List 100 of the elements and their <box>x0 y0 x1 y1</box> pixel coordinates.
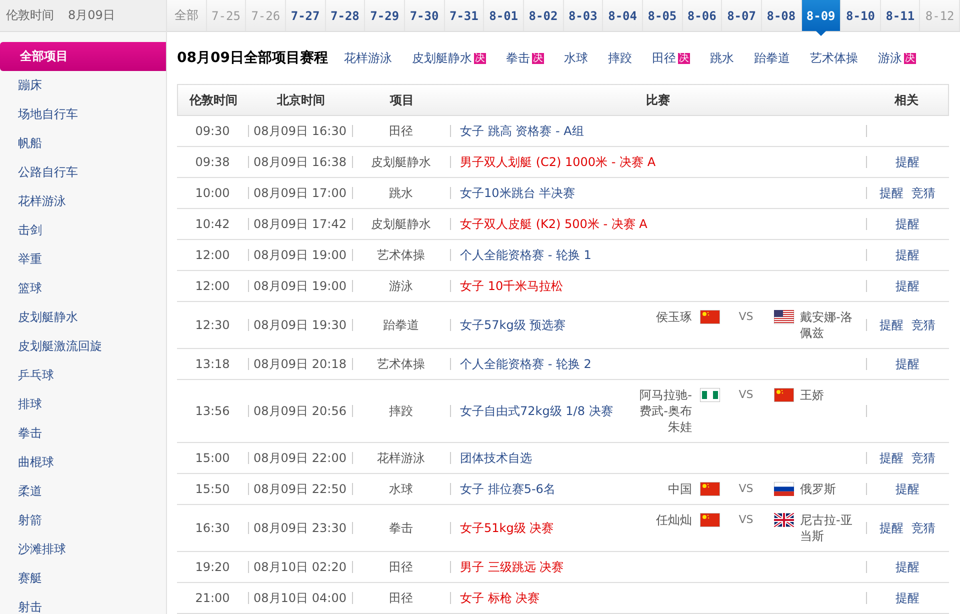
versus-label: VS <box>738 512 754 528</box>
sidebar-item[interactable]: 皮划艇静水 <box>0 303 166 332</box>
sidebar-item[interactable]: 全部项目 <box>0 42 166 71</box>
action-link[interactable]: 提醒 <box>880 520 904 536</box>
flag-icon <box>700 310 720 324</box>
sidebar-item[interactable]: 皮划艇激流回旋 <box>0 332 166 361</box>
date-tab[interactable]: 8-05 <box>642 0 683 31</box>
sidebar-item[interactable]: 赛艇 <box>0 564 166 593</box>
sidebar-item[interactable]: 拳击 <box>0 419 166 448</box>
player-name: 尼古拉-亚当斯 <box>800 512 854 544</box>
match-link[interactable]: 女子 跳高 资格赛 - A组 <box>460 123 856 139</box>
match-link[interactable]: 女子 排位赛5-6名 <box>460 481 626 497</box>
sport-link[interactable]: 田径 <box>652 50 676 66</box>
column-header: 北京时间 <box>276 92 326 108</box>
sidebar-item[interactable]: 柔道 <box>0 477 166 506</box>
action-link[interactable]: 竞猜 <box>912 520 936 536</box>
clock-label: 伦敦时间 <box>6 7 54 24</box>
date-tab[interactable]: 8-08 <box>762 0 802 31</box>
flag-icon <box>700 482 720 496</box>
date-tab[interactable]: 7-31 <box>444 0 484 31</box>
sidebar-item[interactable]: 场地自行车 <box>0 100 166 129</box>
action-link[interactable]: 竞猜 <box>912 450 936 466</box>
match-link[interactable]: 个人全能资格赛 - 轮换 1 <box>460 247 856 263</box>
match-link[interactable]: 团体技术自选 <box>460 450 856 466</box>
date-tab[interactable]: 8-04 <box>603 0 643 31</box>
action-link[interactable]: 竞猜 <box>912 317 936 333</box>
sport-link[interactable]: 皮划艇静水 <box>412 50 472 66</box>
date-tab[interactable]: 8-01 <box>484 0 524 31</box>
date-tab[interactable]: 8-03 <box>564 0 604 31</box>
match-link[interactable]: 女子双人皮艇 (K2) 500米 - 决赛 A <box>460 216 856 232</box>
london-time: 09:30 <box>195 123 230 139</box>
action-link[interactable]: 提醒 <box>880 185 904 201</box>
player-name: 中国 <box>667 481 692 497</box>
action-link[interactable]: 提醒 <box>880 450 904 466</box>
date-tab[interactable]: 7-28 <box>326 0 366 31</box>
london-time: 12:30 <box>195 317 230 333</box>
sport-link[interactable]: 拳击 <box>506 50 530 66</box>
final-badge: 决 <box>904 52 916 64</box>
sport-link[interactable]: 水球 <box>564 50 588 66</box>
sidebar-item[interactable]: 射箭 <box>0 506 166 535</box>
match-link[interactable]: 女子自由式72kg级 1/8 决赛 <box>460 403 626 419</box>
player-name: 任灿灿 <box>655 512 692 528</box>
sidebar-item[interactable]: 乒乓球 <box>0 361 166 390</box>
beijing-time: 08月09日 16:30 <box>254 123 346 139</box>
beijing-time: 08月09日 17:42 <box>254 216 346 232</box>
sidebar-item[interactable]: 曲棍球 <box>0 448 166 477</box>
beijing-time: 08月09日 19:00 <box>254 247 346 263</box>
match-link[interactable]: 男子双人划艇 (C2) 1000米 - 决赛 A <box>460 154 856 170</box>
flag-icon <box>700 388 720 402</box>
action-link[interactable]: 提醒 <box>880 317 904 333</box>
column-header: 比赛 <box>645 92 671 108</box>
player-name: 阿马拉驰-费武-奥布朱娃 <box>638 387 692 435</box>
sidebar-item[interactable]: 花样游泳 <box>0 187 166 216</box>
match-link[interactable]: 女子 10千米马拉松 <box>460 278 856 294</box>
sport-link[interactable]: 摔跤 <box>608 50 632 66</box>
date-tab[interactable]: 8-11 <box>880 0 920 31</box>
sidebar-item[interactable]: 排球 <box>0 390 166 419</box>
final-badge: 决 <box>532 52 544 64</box>
date-tab[interactable]: 7-27 <box>286 0 326 31</box>
action-link[interactable]: 提醒 <box>896 247 920 263</box>
sidebar-item[interactable]: 举重 <box>0 245 166 274</box>
sidebar-item[interactable]: 击剑 <box>0 216 166 245</box>
player-name: 王娇 <box>800 387 825 403</box>
action-link[interactable]: 提醒 <box>896 356 920 372</box>
match-link[interactable]: 女子51kg级 决赛 <box>460 520 626 536</box>
sport-name: 艺术体操 <box>377 356 425 372</box>
date-tab[interactable]: 8-02 <box>524 0 564 31</box>
sport-name: 艺术体操 <box>377 247 425 263</box>
match-link[interactable]: 男子 三级跳远 决赛 <box>460 559 856 575</box>
london-time: 15:00 <box>195 450 230 466</box>
action-link[interactable]: 竞猜 <box>912 185 936 201</box>
sport-link[interactable]: 艺术体操 <box>810 50 858 66</box>
action-link[interactable]: 提醒 <box>896 481 920 497</box>
sidebar-item[interactable]: 射击 <box>0 593 166 614</box>
match-link[interactable]: 个人全能资格赛 - 轮换 2 <box>460 356 856 372</box>
action-link[interactable]: 提醒 <box>896 154 920 170</box>
sidebar-item[interactable]: 篮球 <box>0 274 166 303</box>
sidebar-item[interactable]: 公路自行车 <box>0 158 166 187</box>
sport-link[interactable]: 跳水 <box>710 50 734 66</box>
match-link[interactable]: 女子10米跳台 半决赛 <box>460 185 856 201</box>
sport-link[interactable]: 游泳 <box>878 50 902 66</box>
date-tab[interactable]: 7-29 <box>365 0 405 31</box>
action-link[interactable]: 提醒 <box>896 590 920 606</box>
sport-link[interactable]: 花样游泳 <box>344 50 392 66</box>
match-link[interactable]: 女子57kg级 预选赛 <box>460 317 626 333</box>
action-link[interactable]: 提醒 <box>896 559 920 575</box>
action-link[interactable]: 提醒 <box>896 216 920 232</box>
sidebar-item[interactable]: 帆船 <box>0 129 166 158</box>
london-time: 13:56 <box>195 403 230 419</box>
date-tab[interactable]: 8-06 <box>682 0 722 31</box>
sport-link[interactable]: 跆拳道 <box>754 50 790 66</box>
date-tab[interactable]: 8-07 <box>722 0 762 31</box>
sidebar-item[interactable]: 蹦床 <box>0 71 166 100</box>
beijing-time: 08月10日 02:20 <box>254 559 346 575</box>
date-tab[interactable]: 8-10 <box>841 0 881 31</box>
sport-name: 田径 <box>389 559 413 575</box>
date-tab[interactable]: 7-30 <box>404 0 445 31</box>
action-link[interactable]: 提醒 <box>896 278 920 294</box>
sidebar-item[interactable]: 沙滩排球 <box>0 535 166 564</box>
match-link[interactable]: 女子 标枪 决赛 <box>460 590 856 606</box>
